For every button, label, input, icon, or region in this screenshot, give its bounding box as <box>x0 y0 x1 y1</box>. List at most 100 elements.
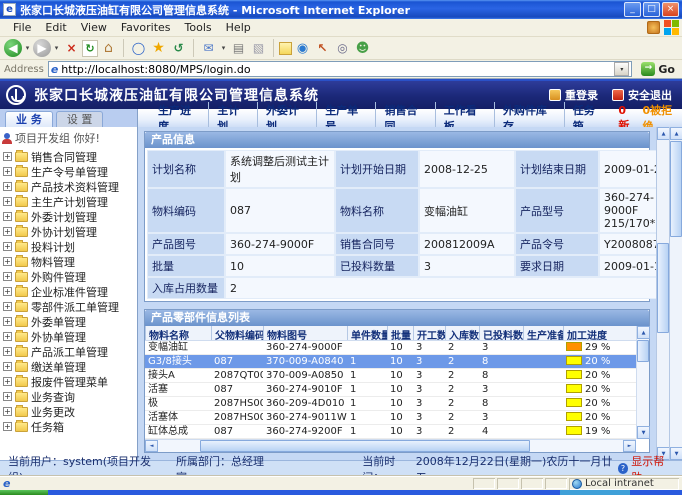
expand-icon[interactable]: + <box>3 212 12 221</box>
back-icon[interactable]: ◀ <box>4 39 22 57</box>
tree-item[interactable]: +外委计划管理 <box>0 209 137 224</box>
tab-settings[interactable]: 设 置 <box>56 111 104 127</box>
expand-icon[interactable]: + <box>3 152 12 161</box>
menu-item[interactable]: View <box>74 20 114 35</box>
scrollbar-thumb[interactable] <box>200 440 530 452</box>
note-icon[interactable] <box>279 42 292 55</box>
scroll-up-icon[interactable]: ▲ <box>637 326 650 339</box>
table-cell: 8 <box>479 397 523 410</box>
mail-icon[interactable]: ✉ <box>199 39 218 58</box>
forward-icon[interactable]: ▶ <box>33 39 51 57</box>
back-dropdown-icon[interactable]: ▾ <box>23 39 32 58</box>
research-icon[interactable]: ◎ <box>333 39 352 58</box>
tree-item[interactable]: +企业标准件管理 <box>0 284 137 299</box>
tree-item[interactable]: +主生产计划管理 <box>0 194 137 209</box>
expand-icon[interactable]: + <box>3 377 12 386</box>
tree-item[interactable]: +销售合同管理 <box>0 149 137 164</box>
tree-item[interactable]: +业务更改 <box>0 404 137 419</box>
tree-item[interactable]: +投料计划 <box>0 239 137 254</box>
scroll-down-icon[interactable]: ▼ <box>637 426 650 439</box>
tree-item[interactable]: +外购件管理 <box>0 269 137 284</box>
expand-icon[interactable]: + <box>3 407 12 416</box>
tree-item[interactable]: +物料管理 <box>0 254 137 269</box>
home-icon[interactable]: ⌂ <box>99 39 118 58</box>
tree-item[interactable]: +业务查询 <box>0 389 137 404</box>
brand-icon[interactable] <box>647 21 660 34</box>
close-button-icon[interactable]: × <box>662 2 679 17</box>
window-titlebar[interactable]: e 张家口长城液压油缸有限公司管理信息系统 - Microsoft Intern… <box>0 0 682 19</box>
menu-item[interactable]: Tools <box>178 20 219 35</box>
expand-icon[interactable]: + <box>3 242 12 251</box>
expand-icon[interactable]: + <box>3 332 12 341</box>
frame-scrollbar[interactable]: ▲ ▼ <box>656 127 669 460</box>
address-input[interactable] <box>61 63 614 76</box>
history-icon[interactable]: ↺ <box>169 39 188 58</box>
stop-icon[interactable]: × <box>62 39 81 58</box>
scrollbar-thumb[interactable] <box>670 141 682 237</box>
window-scrollbar[interactable]: ▲ ▼ <box>669 127 682 460</box>
expand-icon[interactable]: + <box>3 362 12 371</box>
search-icon[interactable]: ◯ <box>129 39 148 58</box>
expand-icon[interactable]: + <box>3 317 12 326</box>
mail-dropdown-icon[interactable]: ▾ <box>219 39 228 58</box>
favorites-icon[interactable]: ★ <box>149 39 168 58</box>
table-row[interactable]: G3/8接头087370-009-A084011032820 % <box>145 355 636 369</box>
parts-horizontal-scrollbar[interactable]: ◄ ► <box>145 439 636 452</box>
expand-icon[interactable]: + <box>3 302 12 311</box>
menu-item[interactable]: Help <box>219 20 258 35</box>
tree-item[interactable]: +任务箱 <box>0 419 137 434</box>
scroll-left-icon[interactable]: ◄ <box>145 440 158 452</box>
scroll-up-icon[interactable]: ▲ <box>670 127 682 140</box>
tree-item[interactable]: +外委单管理 <box>0 314 137 329</box>
expand-icon[interactable]: + <box>3 422 12 431</box>
expand-icon[interactable]: + <box>3 227 12 236</box>
menu-item[interactable]: File <box>6 20 38 35</box>
address-dropdown-icon[interactable]: ▾ <box>614 62 629 76</box>
expand-icon[interactable]: + <box>3 287 12 296</box>
table-row[interactable]: 活塞087360-274-9010F11032320 % <box>145 383 636 397</box>
table-row[interactable]: 极2087HS002360-209-4D01011032820 % <box>145 397 636 411</box>
taskbar[interactable] <box>0 490 682 495</box>
logout-button[interactable]: 安全退出 <box>612 87 672 103</box>
tree-item[interactable]: +缴送单管理 <box>0 359 137 374</box>
table-cell: 370-009-A0850 <box>263 369 347 382</box>
tree-item[interactable]: +产品派工单管理 <box>0 344 137 359</box>
expand-icon[interactable]: + <box>3 197 12 206</box>
scrollbar-thumb[interactable] <box>657 243 669 333</box>
table-row[interactable]: 变幅油缸360-274-9000F1032329 % <box>145 341 636 355</box>
parts-vertical-scrollbar[interactable]: ▲ ▼ <box>636 326 649 439</box>
tree-item[interactable]: +零部件派工单管理 <box>0 299 137 314</box>
messenger-globe-icon[interactable]: ◉ <box>293 39 312 58</box>
relogin-button[interactable]: 重登录 <box>549 87 598 103</box>
scrollbar-thumb[interactable] <box>637 340 649 362</box>
forward-dropdown-icon[interactable]: ▾ <box>52 39 61 58</box>
taskbar-item[interactable] <box>560 490 630 495</box>
expand-icon[interactable]: + <box>3 392 12 401</box>
menu-item[interactable]: Favorites <box>114 20 178 35</box>
quick-arrow-icon[interactable]: ↖ <box>313 39 332 58</box>
scroll-right-icon[interactable]: ► <box>623 440 636 452</box>
tab-business[interactable]: 业 务 <box>5 111 53 127</box>
expand-icon[interactable]: + <box>3 257 12 266</box>
msn-icon[interactable]: ☻ <box>353 39 372 58</box>
tree-item[interactable]: +报废件管理菜单 <box>0 374 137 389</box>
tree-item[interactable]: +产品技术资料管理 <box>0 179 137 194</box>
minimize-button-icon[interactable]: _ <box>624 2 641 17</box>
menu-item[interactable]: Edit <box>38 20 73 35</box>
expand-icon[interactable]: + <box>3 347 12 356</box>
maximize-button-icon[interactable]: □ <box>643 2 660 17</box>
expand-icon[interactable]: + <box>3 167 12 176</box>
go-button[interactable]: → Go <box>637 62 679 76</box>
tree-item[interactable]: +外协单管理 <box>0 329 137 344</box>
expand-icon[interactable]: + <box>3 182 12 191</box>
table-row[interactable]: 活塞体2087HS002360-274-9011W11032320 % <box>145 411 636 425</box>
tree-item[interactable]: +外协计划管理 <box>0 224 137 239</box>
print-icon[interactable]: ▤ <box>229 39 248 58</box>
expand-icon[interactable]: + <box>3 272 12 281</box>
tree-item[interactable]: +生产令号单管理 <box>0 164 137 179</box>
table-row[interactable]: 接头A2087QT002370-009-A085011032820 % <box>145 369 636 383</box>
edit-icon[interactable]: ▧ <box>249 39 268 58</box>
table-row[interactable]: 缸体总成087360-274-9200F11032419 % <box>145 425 636 439</box>
start-button[interactable] <box>0 490 48 495</box>
refresh-icon[interactable]: ↻ <box>82 40 98 57</box>
